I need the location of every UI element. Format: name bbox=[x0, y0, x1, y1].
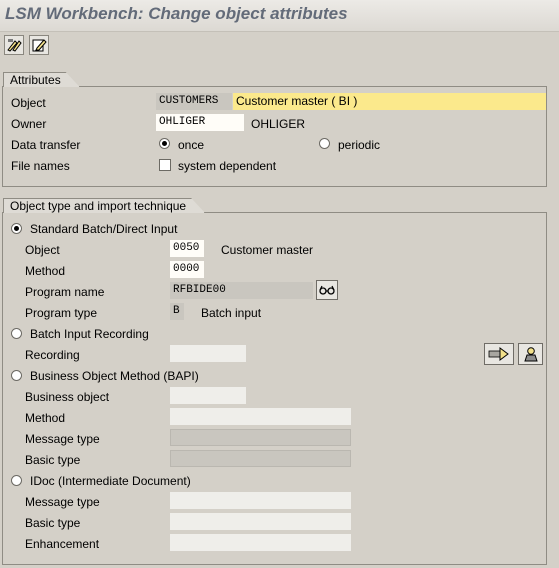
display-change-button[interactable] bbox=[4, 35, 24, 55]
bapi-label: Business Object Method (BAPI) bbox=[30, 369, 199, 383]
application-toolbar bbox=[0, 32, 559, 58]
bapi-basic-type-field bbox=[170, 450, 351, 467]
idoc-radio[interactable] bbox=[11, 475, 22, 486]
program-name-label: Program name bbox=[25, 285, 105, 299]
idoc-message-type-label: Message type bbox=[25, 495, 100, 509]
program-type-field: B bbox=[170, 303, 184, 320]
data-transfer-once-radio[interactable] bbox=[159, 138, 170, 149]
system-dependent-label: system dependent bbox=[178, 159, 277, 173]
edit-icon bbox=[32, 39, 47, 52]
owner-display: OHLIGER bbox=[251, 117, 306, 131]
std-object-field[interactable]: 0050 bbox=[170, 240, 204, 257]
object-field: CUSTOMERS bbox=[156, 93, 232, 110]
bapi-radio[interactable] bbox=[11, 370, 22, 381]
batch-input-recording-label: Batch Input Recording bbox=[30, 327, 149, 341]
attributes-group-title: Attributes bbox=[3, 72, 80, 87]
bapi-message-type-label: Message type bbox=[25, 432, 100, 446]
data-transfer-label: Data transfer bbox=[11, 138, 81, 152]
system-dependent-checkbox[interactable] bbox=[159, 159, 171, 171]
glasses-icon bbox=[319, 285, 335, 295]
standard-batch-radio[interactable] bbox=[11, 223, 22, 234]
technique-group: Object type and import technique Standar… bbox=[2, 212, 547, 565]
std-object-desc: Customer master bbox=[221, 243, 314, 257]
std-object-label: Object bbox=[25, 243, 60, 257]
business-object-label: Business object bbox=[25, 390, 110, 404]
edit-button[interactable] bbox=[29, 35, 49, 55]
standard-batch-label: Standard Batch/Direct Input bbox=[30, 222, 178, 236]
data-transfer-periodic-label: periodic bbox=[338, 138, 381, 152]
attributes-group: Attributes Object CUSTOMERS Customer mas… bbox=[2, 86, 547, 187]
bapi-method-label: Method bbox=[25, 411, 66, 425]
data-transfer-once-label: once bbox=[178, 138, 205, 152]
data-transfer-periodic-radio[interactable] bbox=[319, 138, 330, 149]
program-type-label: Program type bbox=[25, 306, 98, 320]
file-names-label: File names bbox=[11, 159, 70, 173]
recording-overview-button[interactable] bbox=[484, 343, 514, 365]
bapi-method-field bbox=[170, 408, 351, 425]
recording-label: Recording bbox=[25, 348, 80, 362]
program-type-desc: Batch input bbox=[201, 306, 262, 320]
object-description: Customer master ( BI ) bbox=[233, 93, 546, 110]
user-recording-button[interactable] bbox=[518, 343, 543, 365]
display-change-icon bbox=[7, 39, 22, 52]
std-method-field[interactable]: 0000 bbox=[170, 261, 204, 278]
person-icon bbox=[523, 347, 538, 362]
batch-input-recording-radio[interactable] bbox=[11, 328, 22, 339]
idoc-basic-type-field bbox=[170, 513, 351, 530]
std-method-label: Method bbox=[25, 264, 66, 278]
idoc-label: IDoc (Intermediate Document) bbox=[30, 474, 191, 488]
business-object-field bbox=[170, 387, 246, 404]
bapi-basic-type-label: Basic type bbox=[25, 453, 81, 467]
title-bar: LSM Workbench: Change object attributes bbox=[0, 0, 559, 32]
idoc-basic-type-label: Basic type bbox=[25, 516, 81, 530]
owner-label: Owner bbox=[11, 117, 47, 131]
object-label: Object bbox=[11, 96, 46, 110]
window-title: LSM Workbench: Change object attributes bbox=[5, 4, 348, 23]
technique-group-title: Object type and import technique bbox=[3, 198, 205, 213]
idoc-message-type-field bbox=[170, 492, 351, 509]
program-name-field: RFBIDE00 bbox=[170, 282, 313, 299]
idoc-enhancement-field bbox=[170, 534, 351, 551]
bapi-message-type-field bbox=[170, 429, 351, 446]
arrow-right-icon bbox=[488, 347, 509, 361]
idoc-enhancement-label: Enhancement bbox=[25, 537, 100, 551]
owner-field[interactable]: OHLIGER bbox=[156, 114, 244, 131]
recording-field bbox=[170, 345, 246, 362]
display-program-button[interactable] bbox=[316, 280, 338, 300]
